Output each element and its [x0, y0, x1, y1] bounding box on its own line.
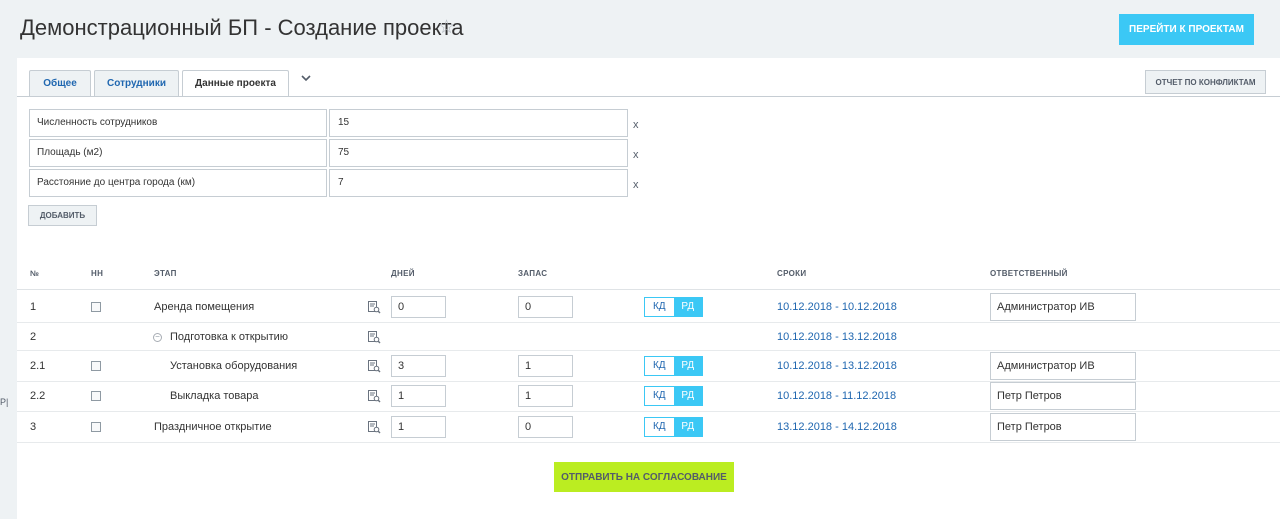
main-panel: Общее Сотрудники Данные проекта ОТЧЕТ ПО…: [17, 58, 1280, 519]
page-header: Демонстрационный БП - Создание проекта ☆…: [0, 0, 1280, 58]
row-divider: [17, 350, 1280, 351]
reserve-input[interactable]: 0: [518, 416, 573, 438]
goto-projects-button[interactable]: ПЕРЕЙТИ К ПРОЕКТАМ: [1119, 14, 1254, 45]
days-input[interactable]: 0: [391, 296, 446, 318]
kd-option[interactable]: КД: [645, 387, 674, 405]
tab-project-data[interactable]: Данные проекта: [182, 70, 289, 97]
column-header-responsible: ОТВЕТСТВЕННЫЙ: [990, 269, 1068, 278]
stage-name: Праздничное открытие: [154, 421, 272, 433]
nn-checkbox[interactable]: [91, 422, 101, 432]
property-name-field[interactable]: Площадь (м2): [29, 139, 327, 167]
kd-rd-toggle[interactable]: КД РД: [644, 297, 703, 317]
document-search-icon[interactable]: [367, 330, 381, 344]
rd-option[interactable]: РД: [673, 357, 702, 375]
document-search-icon[interactable]: [367, 389, 381, 403]
add-property-button[interactable]: ДОБАВИТЬ: [28, 205, 97, 226]
document-search-icon[interactable]: [367, 300, 381, 314]
reserve-input[interactable]: 1: [518, 355, 573, 377]
row-number: 2.2: [30, 390, 46, 402]
row-divider: [17, 411, 1280, 412]
responsible-field[interactable]: Петр Петров: [990, 413, 1136, 441]
table-header-divider: [17, 289, 1280, 290]
row-number: 2: [30, 331, 37, 343]
rd-option[interactable]: РД: [673, 418, 702, 436]
column-header-num: №: [30, 269, 40, 278]
days-input[interactable]: 3: [391, 355, 446, 377]
remove-property-button[interactable]: x: [633, 179, 639, 191]
kd-option[interactable]: КД: [645, 418, 674, 436]
submit-for-approval-button[interactable]: ОТПРАВИТЬ НА СОГЛАСОВАНИЕ: [554, 462, 734, 492]
kd-rd-toggle[interactable]: КД РД: [644, 356, 703, 376]
nn-checkbox[interactable]: [91, 361, 101, 371]
document-search-icon[interactable]: [367, 420, 381, 434]
responsible-field[interactable]: Петр Петров: [990, 382, 1136, 410]
rd-option[interactable]: РД: [673, 298, 702, 316]
stage-name: Аренда помещения: [154, 301, 255, 313]
stage-dates: 10.12.2018 - 10.12.2018: [777, 301, 897, 313]
days-input[interactable]: 1: [391, 416, 446, 438]
days-input[interactable]: 1: [391, 385, 446, 407]
property-value-field[interactable]: 7: [329, 169, 628, 197]
remove-property-button[interactable]: x: [633, 149, 639, 161]
property-value-field[interactable]: 15: [329, 109, 628, 137]
column-header-dates: СРОКИ: [777, 269, 807, 278]
row-number: 3: [30, 421, 37, 433]
row-number: 1: [30, 301, 37, 313]
stage-dates: 13.12.2018 - 14.12.2018: [777, 421, 897, 433]
reserve-input[interactable]: 0: [518, 296, 573, 318]
column-header-stage: ЭТАП: [154, 269, 177, 278]
tab-general[interactable]: Общее: [29, 70, 91, 96]
kd-rd-toggle[interactable]: КД РД: [644, 386, 703, 406]
kd-option[interactable]: КД: [645, 298, 674, 316]
responsible-field[interactable]: Администратор ИВ: [990, 352, 1136, 380]
tabs-divider: [17, 96, 1280, 97]
star-icon[interactable]: ☆: [438, 16, 455, 39]
stage-dates: 10.12.2018 - 13.12.2018: [777, 360, 897, 372]
stage-name: Подготовка к открытию: [170, 331, 289, 343]
page-title: Демонстрационный БП - Создание проекта: [20, 15, 464, 40]
stage-dates: 10.12.2018 - 13.12.2018: [777, 331, 897, 343]
property-name-field[interactable]: Расстояние до центра города (км): [29, 169, 327, 197]
rd-option[interactable]: РД: [673, 387, 702, 405]
tab-employees[interactable]: Сотрудники: [94, 70, 179, 96]
property-name-field[interactable]: Численность сотрудников: [29, 109, 327, 137]
row-divider: [17, 322, 1280, 323]
chevron-down-icon[interactable]: [301, 70, 311, 85]
column-header-nn: НН: [91, 269, 104, 278]
row-number: 2.1: [30, 360, 46, 372]
kd-option[interactable]: КД: [645, 357, 674, 375]
reserve-input[interactable]: 1: [518, 385, 573, 407]
kd-rd-toggle[interactable]: КД РД: [644, 417, 703, 437]
row-divider: [17, 442, 1280, 443]
nn-checkbox[interactable]: [91, 391, 101, 401]
nn-checkbox[interactable]: [91, 302, 101, 312]
responsible-field[interactable]: Администратор ИВ: [990, 293, 1136, 321]
stage-dates: 10.12.2018 - 11.12.2018: [777, 390, 897, 402]
stage-name: Установка оборудования: [170, 360, 298, 372]
remove-property-button[interactable]: x: [633, 119, 639, 131]
edge-glyph: Р|: [0, 397, 9, 407]
conflict-report-button[interactable]: ОТЧЕТ ПО КОНФЛИКТАМ: [1145, 70, 1266, 94]
column-header-reserve: ЗАПАС: [518, 269, 548, 278]
property-value-field[interactable]: 75: [329, 139, 628, 167]
document-search-icon[interactable]: [367, 359, 381, 373]
stage-name: Выкладка товара: [170, 390, 259, 402]
column-header-days: ДНЕЙ: [391, 269, 415, 278]
collapse-icon[interactable]: −: [153, 333, 162, 342]
